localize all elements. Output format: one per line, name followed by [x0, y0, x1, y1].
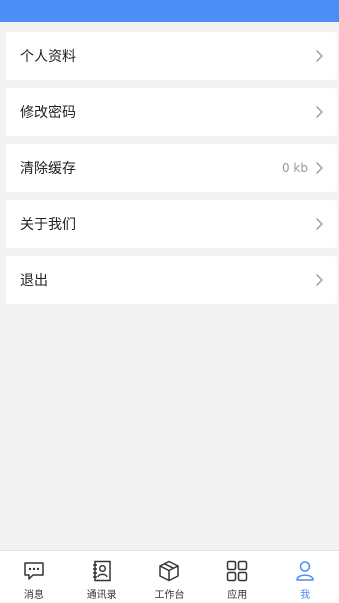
contacts-icon [92, 560, 111, 582]
tab-me[interactable]: 我 [271, 551, 339, 603]
top-header-bar [0, 0, 339, 22]
message-icon [24, 562, 44, 580]
menu-item-logout[interactable]: 退出 [6, 256, 337, 304]
menu-item-label: 修改密码 [20, 105, 76, 121]
tab-workbench[interactable]: 工作台 [136, 551, 204, 603]
apps-grid-icon [227, 560, 248, 582]
tab-label: 通讯录 [86, 590, 117, 601]
bottom-tab-bar: 消息 通讯录 工作台 应用 我 [0, 550, 339, 603]
chevron-right-icon [316, 218, 323, 230]
menu-item-label: 关于我们 [20, 217, 76, 233]
tab-apps[interactable]: 应用 [203, 551, 271, 603]
tab-label: 工作台 [154, 590, 185, 601]
tab-messages[interactable]: 消息 [0, 551, 68, 603]
cache-size-value: 0 kb [281, 161, 308, 175]
menu-item-change-password[interactable]: 修改密码 [6, 88, 337, 136]
chevron-right-icon [316, 50, 323, 62]
chevron-right-icon [316, 162, 323, 174]
menu-item-label: 退出 [20, 273, 48, 289]
settings-menu: 个人资料 修改密码 清除缓存 0 kb 关于我们 退出 [6, 32, 337, 312]
menu-item-about-us[interactable]: 关于我们 [6, 200, 337, 248]
menu-item-label: 个人资料 [20, 49, 76, 65]
tab-label: 应用 [227, 590, 248, 601]
menu-item-profile[interactable]: 个人资料 [6, 32, 337, 80]
tab-contacts[interactable]: 通讯录 [68, 551, 136, 603]
menu-item-label: 清除缓存 [20, 161, 76, 177]
tab-label: 我 [300, 590, 311, 601]
cube-icon [159, 560, 180, 582]
user-icon [296, 561, 314, 581]
chevron-right-icon [316, 106, 323, 118]
tab-label: 消息 [23, 590, 44, 601]
chevron-right-icon [316, 274, 323, 286]
menu-item-clear-cache[interactable]: 清除缓存 0 kb [6, 144, 337, 192]
